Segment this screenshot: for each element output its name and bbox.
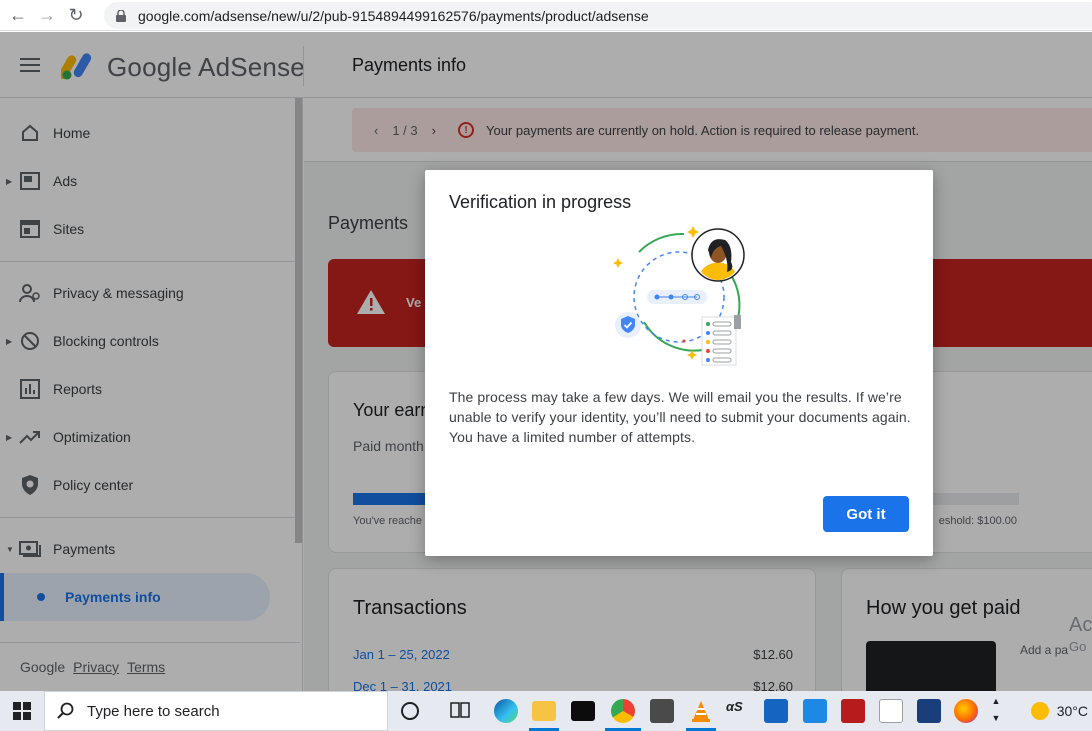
app-icon[interactable] [803,699,827,723]
forward-icon[interactable]: → [37,5,57,25]
bible-icon[interactable] [841,699,865,723]
terminal-icon[interactable] [571,701,595,721]
edge-icon[interactable] [494,699,518,723]
search-icon [57,702,74,719]
verification-illustration-icon [613,226,745,366]
lock-icon [116,9,126,22]
address-bar[interactable]: google.com/adsense/new/u/2/pub-915489449… [104,2,1092,29]
verification-dialog: Verification in progress The process may… [425,170,933,556]
system-tray: 30°C [1030,691,1092,731]
dialog-body: The process may take a few days. We will… [449,389,911,445]
sublime-text-icon[interactable] [650,699,674,723]
windows-taskbar: Type here to search αS ▲ ▼ 30°C [0,691,1092,731]
app-icon[interactable] [879,699,903,723]
firefox-icon[interactable] [954,699,978,723]
taskbar-search-input[interactable]: Type here to search [44,691,388,731]
search-placeholder: Type here to search [87,702,220,720]
vlc-icon[interactable] [689,699,713,723]
file-explorer-icon[interactable] [532,701,556,721]
back-icon[interactable]: ← [8,5,28,25]
temperature-text[interactable]: 30°C [1057,703,1088,719]
got-it-button[interactable]: Got it [823,496,909,532]
task-view-icon[interactable] [449,699,473,723]
browser-toolbar: ← → ↻ google.com/adsense/new/u/2/pub-915… [0,0,1092,31]
taskbar-scroll[interactable]: ▲ ▼ [989,693,1003,729]
app-icon[interactable]: αS [726,699,750,723]
cortana-icon[interactable] [401,702,419,720]
url-text: google.com/adsense/new/u/2/pub-915489449… [138,7,649,24]
chrome-icon[interactable] [611,699,635,723]
dictionary-icon[interactable] [764,699,788,723]
weather-sun-icon[interactable] [1030,702,1049,720]
windows-start-icon[interactable] [0,691,44,731]
reload-icon[interactable]: ↻ [66,5,86,25]
app-icon[interactable] [917,699,941,723]
dialog-title: Verification in progress [449,192,632,212]
